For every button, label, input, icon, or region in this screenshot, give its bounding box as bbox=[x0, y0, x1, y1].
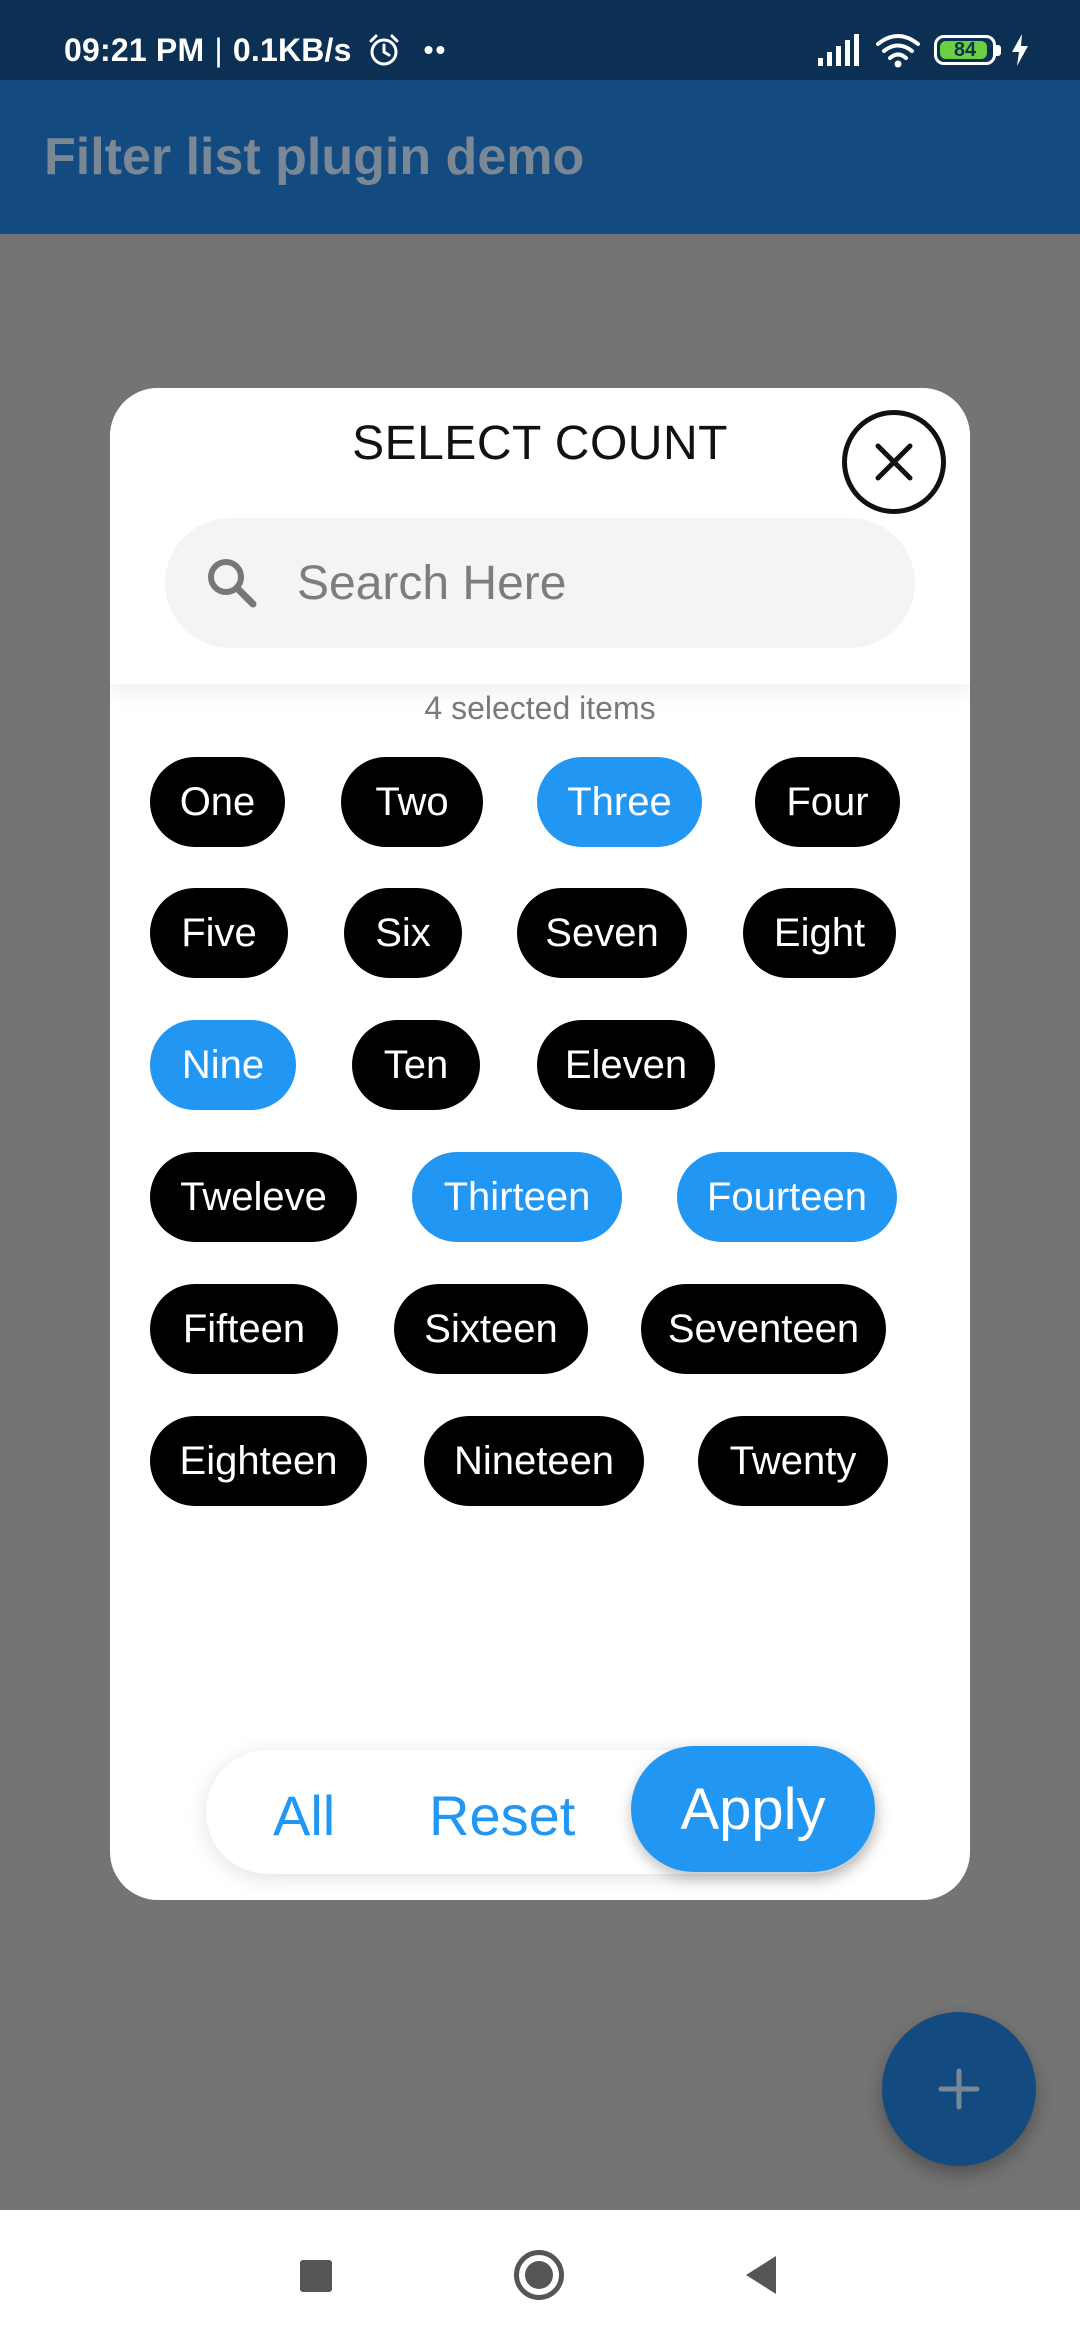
dialog-header: SELECT COUNT bbox=[110, 388, 970, 684]
chip-nine[interactable]: Nine bbox=[150, 1020, 296, 1110]
chip-eleven[interactable]: Eleven bbox=[537, 1020, 715, 1110]
filter-dialog: SELECT COUNT 4 selected items OneTwoThre… bbox=[110, 388, 970, 1900]
chip-eight[interactable]: Eight bbox=[743, 888, 896, 978]
search-box[interactable] bbox=[165, 518, 915, 648]
chip-one[interactable]: One bbox=[150, 757, 285, 847]
battery-icon: 84 bbox=[934, 35, 1001, 65]
app-title: Filter list plugin demo bbox=[44, 128, 585, 186]
reset-button[interactable]: Reset bbox=[429, 1750, 575, 1874]
chip-three[interactable]: Three bbox=[537, 757, 702, 847]
battery-percent: 84 bbox=[953, 38, 977, 61]
apply-button[interactable]: Apply bbox=[631, 1746, 875, 1872]
app-bar: Filter list plugin demo bbox=[0, 80, 1080, 234]
chip-sixteen[interactable]: Sixteen bbox=[394, 1284, 588, 1374]
chip-seven[interactable]: Seven bbox=[517, 888, 687, 978]
status-bar: 09:21 PM | 0.1KB/s •• 84 bbox=[0, 0, 1080, 80]
network-speed: 0.1KB/s bbox=[232, 31, 352, 68]
close-icon bbox=[875, 443, 913, 481]
chip-thirteen[interactable]: Thirteen bbox=[412, 1152, 622, 1242]
chip-twenty[interactable]: Twenty bbox=[698, 1416, 888, 1506]
chip-eighteen[interactable]: Eighteen bbox=[150, 1416, 367, 1506]
close-button[interactable] bbox=[842, 410, 946, 514]
status-time: 09:21 PM bbox=[64, 31, 205, 68]
back-button[interactable] bbox=[742, 2254, 778, 2296]
status-separator: | bbox=[214, 31, 223, 68]
chip-seventeen[interactable]: Seventeen bbox=[641, 1284, 886, 1374]
chip-nineteen[interactable]: Nineteen bbox=[424, 1416, 644, 1506]
fab-add-button[interactable] bbox=[882, 2012, 1036, 2166]
chip-ten[interactable]: Ten bbox=[352, 1020, 480, 1110]
charging-icon bbox=[1012, 34, 1028, 66]
system-nav-bar bbox=[0, 2210, 1080, 2340]
notification-dots: •• bbox=[423, 34, 448, 65]
signal-icon bbox=[818, 34, 859, 66]
recents-button[interactable] bbox=[300, 2260, 332, 2292]
select-all-button[interactable]: All bbox=[273, 1750, 335, 1874]
search-icon bbox=[208, 559, 257, 608]
plus-icon bbox=[938, 2068, 980, 2110]
chip-six[interactable]: Six bbox=[344, 888, 462, 978]
status-right: 84 bbox=[818, 30, 1030, 70]
action-bar: All Reset Apply bbox=[206, 1746, 875, 1874]
chip-tweleve[interactable]: Tweleve bbox=[150, 1152, 357, 1242]
home-icon bbox=[525, 2261, 553, 2289]
search-input[interactable] bbox=[295, 554, 839, 612]
chip-four[interactable]: Four bbox=[755, 757, 900, 847]
chip-fifteen[interactable]: Fifteen bbox=[150, 1284, 338, 1374]
chip-two[interactable]: Two bbox=[341, 757, 483, 847]
chip-five[interactable]: Five bbox=[150, 888, 288, 978]
dialog-title: SELECT COUNT bbox=[352, 417, 728, 470]
alarm-icon bbox=[369, 34, 399, 66]
wifi-icon bbox=[876, 34, 920, 68]
home-button[interactable] bbox=[514, 2250, 564, 2300]
chip-fourteen[interactable]: Fourteen bbox=[677, 1152, 897, 1242]
